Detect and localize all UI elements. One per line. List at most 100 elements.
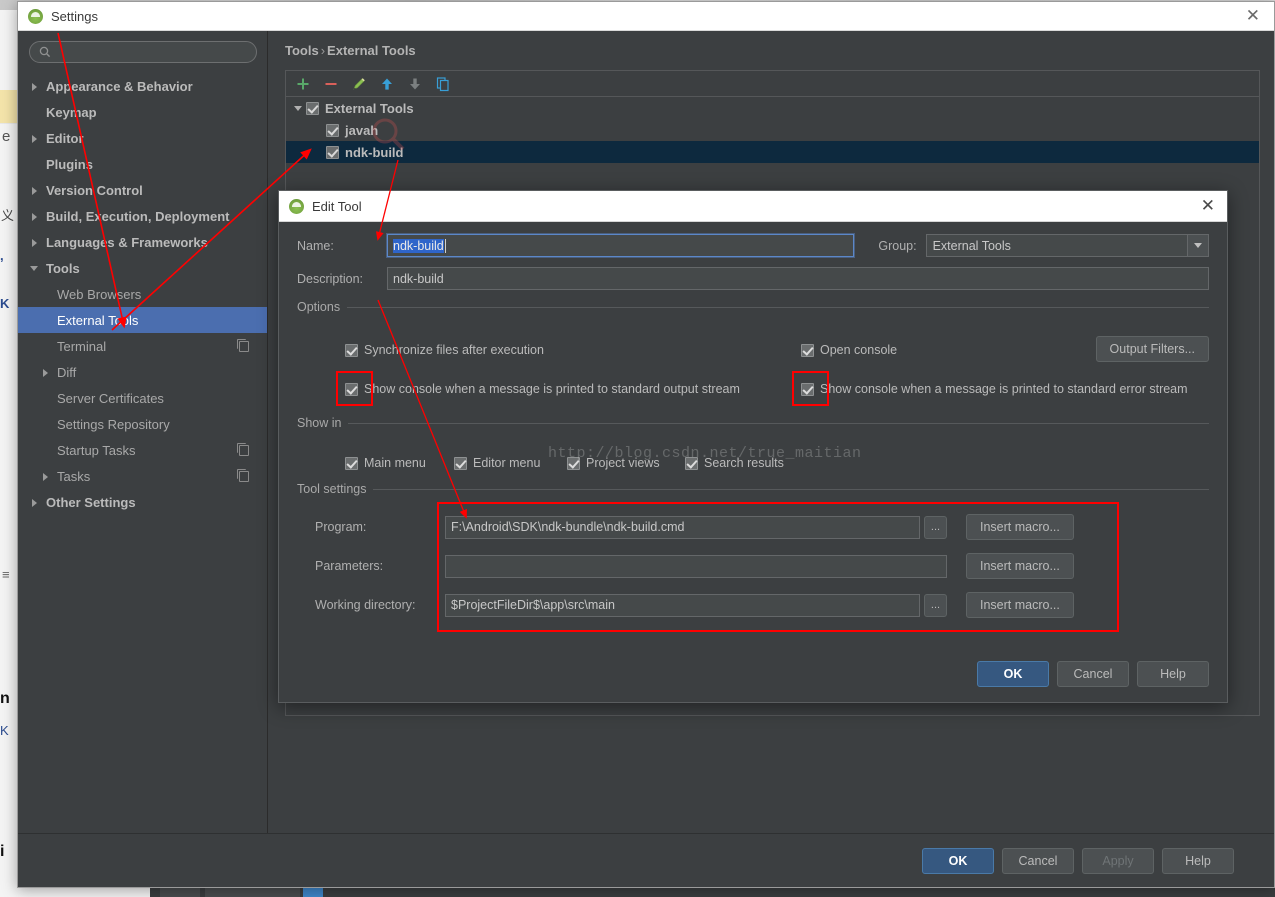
show-in-group-header: Show in [297, 416, 1209, 430]
checkbox-synchronize-files[interactable]: Synchronize files after execution [345, 343, 544, 357]
sidebar-item-version-control[interactable]: Version Control [18, 177, 267, 203]
remove-icon[interactable] [323, 76, 339, 92]
window-close-icon[interactable]: ✕ [1246, 7, 1260, 25]
chevron-down-icon[interactable] [292, 101, 306, 115]
program-insert-macro-button[interactable]: Insert macro... [966, 514, 1074, 540]
checkbox-editor-menu[interactable]: Editor menu [454, 456, 540, 470]
show-in-group-title: Show in [297, 416, 342, 430]
tree-row[interactable]: javah [286, 119, 1259, 141]
checkbox-icon[interactable] [306, 101, 319, 115]
chevron-right-icon[interactable] [29, 184, 42, 197]
sidebar-item-languages-frameworks[interactable]: Languages & Frameworks [18, 229, 267, 255]
checkbox-icon[interactable] [345, 343, 358, 357]
edit-pencil-icon[interactable] [351, 76, 367, 92]
settings-cancel-button[interactable]: Cancel [1002, 847, 1074, 874]
chevron-down-icon[interactable] [29, 262, 42, 275]
chevron-right-icon[interactable] [29, 496, 42, 509]
parameters-input[interactable] [445, 554, 947, 578]
sidebar-item-appearance-behavior[interactable]: Appearance & Behavior [18, 73, 267, 99]
chevron-right-icon[interactable] [40, 470, 53, 483]
sidebar-item-build-execution-deployment[interactable]: Build, Execution, Deployment [18, 203, 267, 229]
tree-row[interactable]: ndk-build [286, 141, 1259, 163]
sidebar-item-tools[interactable]: Tools [18, 255, 267, 281]
sidebar-item-label: Web Browsers [57, 286, 142, 302]
sidebar-item-server-certificates[interactable]: Server Certificates [18, 385, 267, 411]
program-browse-button[interactable]: ... [924, 515, 947, 539]
sidebar-item-startup-tasks[interactable]: Startup Tasks [18, 437, 267, 463]
checkbox-open-console[interactable]: Open console [801, 343, 897, 357]
settings-sidebar: Appearance & Behavior Keymap Editor Plugins… [18, 31, 268, 833]
add-icon[interactable] [295, 76, 311, 92]
settings-help-button[interactable]: Help [1162, 847, 1234, 874]
output-filters-button[interactable]: Output Filters... [1095, 336, 1209, 362]
program-input[interactable]: F:\Android\SDK\ndk-bundle\ndk-build.cmd [445, 515, 920, 539]
sidebar-item-label: Editor [46, 130, 84, 146]
sidebar-item-keymap[interactable]: Keymap [18, 99, 267, 125]
sidebar-item-label: Terminal [57, 338, 107, 354]
search-icon [39, 46, 51, 58]
checkbox-show-console-stderr[interactable]: Show console when a message is printed t… [801, 382, 1188, 396]
chevron-right-icon[interactable] [29, 80, 42, 93]
android-studio-icon [28, 8, 43, 24]
chevron-down-icon[interactable] [1187, 235, 1208, 256]
sidebar-item-settings-repository[interactable]: Settings Repository [18, 411, 267, 437]
dialog-cancel-button[interactable]: Cancel [1057, 661, 1129, 687]
window-title: Settings [51, 8, 98, 24]
settings-apply-button[interactable]: Apply [1082, 847, 1154, 874]
move-down-icon[interactable] [407, 76, 423, 92]
chevron-right-icon[interactable] [29, 132, 42, 145]
working-directory-insert-macro-button[interactable]: Insert macro... [966, 592, 1074, 618]
working-directory-browse-button[interactable]: ... [924, 593, 947, 617]
sidebar-item-editor[interactable]: Editor [18, 125, 267, 151]
checkbox-icon[interactable] [345, 456, 358, 470]
parameters-insert-macro-button[interactable]: Insert macro... [966, 553, 1074, 579]
sidebar-item-label: Keymap [46, 104, 97, 120]
sidebar-item-external-tools[interactable]: External Tools [18, 307, 267, 333]
working-directory-input[interactable]: $ProjectFileDir$\app\src\main [445, 593, 920, 617]
sidebar-item-plugins[interactable]: Plugins [18, 151, 267, 177]
breadcrumb-parent[interactable]: Tools [285, 43, 319, 58]
checkbox-label: Show console when a message is printed t… [820, 382, 1188, 396]
sidebar-item-label: Server Certificates [57, 390, 164, 406]
checkbox-icon[interactable] [454, 456, 467, 470]
parameters-row: Parameters: Insert macro... [315, 553, 1195, 579]
chevron-right-icon[interactable] [29, 236, 42, 249]
dialog-close-icon[interactable]: ✕ [1201, 196, 1215, 216]
show-in-group-divider [348, 422, 1209, 424]
checkbox-show-console-stdout[interactable]: Show console when a message is printed t… [345, 382, 740, 396]
sidebar-item-label: Appearance & Behavior [46, 78, 193, 94]
sidebar-item-diff[interactable]: Diff [18, 359, 267, 385]
checkbox-icon[interactable] [801, 343, 814, 357]
checkbox-icon[interactable] [801, 382, 814, 396]
settings-ok-button[interactable]: OK [922, 847, 994, 874]
name-input[interactable]: ndk-build [387, 234, 855, 257]
settings-copyable-badge-icon [237, 468, 249, 482]
tool-settings-area: Program: F:\Android\SDK\ndk-bundle\ndk-b… [297, 500, 1209, 632]
tree-row[interactable]: External Tools [286, 97, 1259, 119]
sidebar-item-web-browsers[interactable]: Web Browsers [18, 281, 267, 307]
sidebar-item-tasks[interactable]: Tasks [18, 463, 267, 489]
background-text-6: n [0, 690, 10, 707]
description-input[interactable]: ndk-build [387, 267, 1209, 290]
search-input[interactable] [56, 44, 246, 60]
tool-settings-group-header: Tool settings [297, 482, 1209, 496]
chevron-right-icon[interactable] [40, 366, 53, 379]
copy-icon[interactable] [435, 76, 451, 92]
checkbox-label: Main menu [364, 456, 426, 470]
sidebar-item-terminal[interactable]: Terminal [18, 333, 267, 359]
chevron-right-icon[interactable] [29, 210, 42, 223]
group-combobox[interactable]: External Tools [925, 234, 1209, 257]
checkbox-icon[interactable] [345, 382, 358, 396]
search-box[interactable] [29, 41, 257, 63]
dialog-help-button[interactable]: Help [1137, 661, 1209, 687]
dialog-ok-button[interactable]: OK [977, 661, 1049, 687]
checkbox-icon[interactable] [326, 123, 339, 137]
text-caret [444, 238, 446, 253]
checkbox-icon[interactable] [326, 145, 339, 159]
options-group-divider [347, 306, 1209, 308]
dialog-footer-buttons: OK Cancel Help [977, 661, 1209, 687]
move-up-icon[interactable] [379, 76, 395, 92]
sidebar-item-other-settings[interactable]: Other Settings [18, 489, 267, 515]
checkbox-main-menu[interactable]: Main menu [345, 456, 426, 470]
